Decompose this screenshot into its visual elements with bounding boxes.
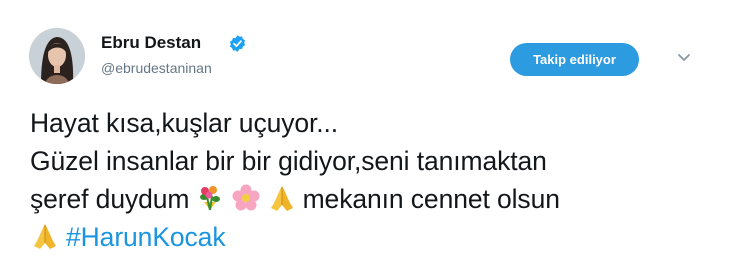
tweet-line-text: şeref duydum — [30, 184, 190, 214]
tweet-line: Güzel insanlar bir bir gidiyor,seni tanı… — [30, 146, 547, 176]
avatar-photo — [29, 28, 85, 84]
tweet-line: Hayat kısa,kuşlar uçuyor... — [30, 108, 339, 138]
folded-hands-emoji — [267, 183, 297, 213]
tweet-line: #HarunKocak — [30, 218, 710, 256]
avatar[interactable] — [29, 28, 85, 84]
cherry-blossom-emoji — [231, 183, 261, 213]
chevron-down-icon[interactable] — [677, 53, 691, 63]
verified-badge-icon — [229, 35, 246, 52]
user-handle[interactable]: @ebrudestaninan — [101, 60, 212, 76]
display-name[interactable]: Ebru Destan — [101, 33, 201, 53]
folded-hands-emoji — [30, 221, 60, 251]
hashtag-link[interactable]: #HarunKocak — [66, 222, 226, 252]
bouquet-emoji — [195, 183, 225, 213]
tweet-line-text: mekanın cennet olsun — [302, 184, 560, 214]
tweet-text: Hayat kısa,kuşlar uçuyor... Güzel insanl… — [30, 104, 710, 256]
tweet-line: şeref duydum mekanın cennet olsun — [30, 180, 710, 218]
following-button[interactable]: Takip ediliyor — [510, 43, 639, 76]
tweet-card: Ebru Destan @ebrudestaninan Takip ediliy… — [0, 0, 730, 278]
